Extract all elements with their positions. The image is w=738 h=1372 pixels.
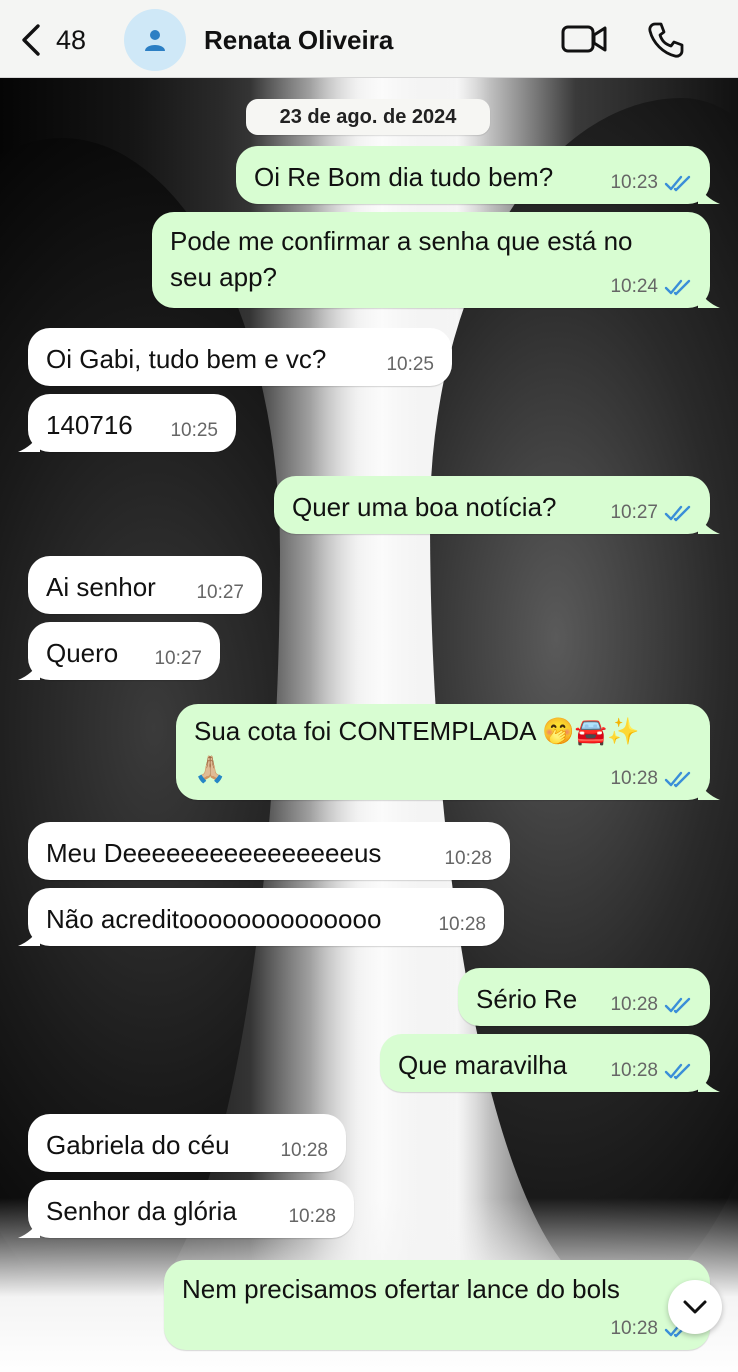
message-incoming[interactable]: 140716 10:25 bbox=[18, 394, 236, 452]
message-time: 10:27 bbox=[610, 502, 658, 523]
double-check-icon bbox=[664, 997, 691, 1014]
double-check-icon bbox=[664, 771, 691, 788]
message-meta: 10:25 bbox=[170, 420, 218, 442]
message-meta: 10:27 bbox=[154, 648, 202, 670]
message-text: Quer uma boa notícia? bbox=[292, 492, 557, 522]
message-outgoing[interactable]: Nem precisamos ofertar lance do bols 10:… bbox=[164, 1260, 710, 1350]
message-time: 10:28 bbox=[280, 1140, 328, 1161]
message-text: Nem precisamos ofertar lance do bols bbox=[182, 1274, 620, 1304]
bubble-tail bbox=[18, 1220, 40, 1238]
date-separator: 23 de ago. de 2024 bbox=[246, 99, 490, 135]
bubble-tail bbox=[18, 662, 40, 680]
message-text: Oi Re Bom dia tudo bem? bbox=[254, 162, 554, 192]
message-incoming[interactable]: Senhor da glória 10:28 bbox=[18, 1180, 354, 1238]
message-time: 10:24 bbox=[610, 276, 658, 297]
message-outgoing[interactable]: Sua cota foi CONTEMPLADA 🤭🚘✨ 🙏🏼 10:28 bbox=[176, 704, 720, 800]
video-camera-icon[interactable] bbox=[560, 22, 608, 56]
message-text: Que maravilha bbox=[398, 1050, 568, 1080]
message-outgoing[interactable]: Que maravilha 10:28 bbox=[380, 1034, 720, 1092]
message-time: 10:28 bbox=[444, 848, 492, 869]
message-meta: 10:28 bbox=[438, 914, 486, 936]
message-time: 10:28 bbox=[438, 914, 486, 935]
message-incoming[interactable]: Não acreditoooooooooooooo 10:28 bbox=[18, 888, 504, 946]
message-incoming[interactable]: Ai senhor 10:27 bbox=[28, 556, 262, 614]
message-text: 140716 bbox=[46, 410, 133, 440]
message-text: Meu Deeeeeeeeeeeeeeeeus bbox=[46, 838, 382, 868]
message-time: 10:27 bbox=[154, 648, 202, 669]
message-time: 10:25 bbox=[386, 354, 434, 375]
bubble-tail bbox=[698, 290, 720, 308]
contact-name[interactable]: Renata Oliveira bbox=[204, 25, 393, 56]
message-incoming[interactable]: Quero 10:27 bbox=[18, 622, 220, 680]
bubble-tail bbox=[698, 782, 720, 800]
message-text-line-1: Pode me confirmar a senha que está no bbox=[170, 226, 633, 256]
message-outgoing[interactable]: Pode me confirmar a senha que está no se… bbox=[152, 212, 720, 308]
phone-icon[interactable] bbox=[646, 20, 686, 60]
chevron-left-icon bbox=[22, 24, 40, 56]
message-meta: 10:28 bbox=[280, 1140, 328, 1162]
double-check-icon bbox=[664, 175, 691, 192]
message-time: 10:27 bbox=[196, 582, 244, 603]
message-meta: 10:23 bbox=[610, 172, 692, 194]
double-check-icon bbox=[664, 505, 691, 522]
message-time: 10:25 bbox=[170, 420, 218, 441]
message-text: Quero bbox=[46, 638, 119, 668]
message-text-line-2: 🙏🏼 bbox=[194, 754, 227, 784]
bubble-tail bbox=[698, 186, 720, 204]
message-time: 10:23 bbox=[610, 172, 658, 193]
bubble-tail bbox=[18, 928, 40, 946]
message-text: Oi Gabi, tudo bem e vc? bbox=[46, 344, 327, 374]
back-button[interactable]: 48 bbox=[18, 20, 86, 60]
message-time: 10:28 bbox=[610, 768, 658, 789]
avatar[interactable] bbox=[124, 9, 186, 71]
message-text: Senhor da glória bbox=[46, 1196, 237, 1226]
message-meta: 10:24 bbox=[610, 276, 692, 298]
message-text-line-1: Sua cota foi CONTEMPLADA 🤭🚘✨ bbox=[194, 716, 640, 746]
message-meta: 10:28 bbox=[288, 1206, 336, 1228]
message-incoming[interactable]: Oi Gabi, tudo bem e vc? 10:25 bbox=[28, 328, 452, 386]
message-time: 10:28 bbox=[610, 1060, 658, 1081]
message-outgoing[interactable]: Sério Re 10:28 bbox=[458, 968, 710, 1026]
message-meta: 10:28 bbox=[610, 768, 692, 790]
message-time: 10:28 bbox=[610, 1318, 658, 1339]
message-incoming[interactable]: Gabriela do céu 10:28 bbox=[28, 1114, 346, 1172]
message-meta: 10:27 bbox=[610, 502, 692, 524]
message-time: 10:28 bbox=[288, 1206, 336, 1227]
bubble-tail bbox=[698, 1074, 720, 1092]
message-incoming[interactable]: Meu Deeeeeeeeeeeeeeeeus 10:28 bbox=[28, 822, 510, 880]
message-meta: 10:28 bbox=[610, 1060, 692, 1082]
message-outgoing[interactable]: Quer uma boa notícia? 10:27 bbox=[274, 476, 720, 534]
message-text: Não acreditoooooooooooooo bbox=[46, 904, 382, 934]
message-text: Ai senhor bbox=[46, 572, 156, 602]
double-check-icon bbox=[664, 279, 691, 296]
message-text-line-2: seu app? bbox=[170, 262, 277, 292]
message-text: Sério Re bbox=[476, 984, 578, 1014]
chat-header: 48 Renata Oliveira bbox=[0, 0, 738, 78]
message-outgoing[interactable]: Oi Re Bom dia tudo bem? 10:23 bbox=[236, 146, 720, 204]
message-text: Gabriela do céu bbox=[46, 1130, 230, 1160]
bubble-tail bbox=[18, 434, 40, 452]
double-check-icon bbox=[664, 1063, 691, 1080]
message-meta: 10:28 bbox=[610, 994, 692, 1016]
scroll-to-bottom-button[interactable] bbox=[668, 1280, 722, 1334]
unread-count: 48 bbox=[56, 24, 87, 55]
bubble-tail bbox=[698, 516, 720, 534]
message-time: 10:28 bbox=[610, 994, 658, 1015]
message-meta: 10:27 bbox=[196, 582, 244, 604]
chevron-down-icon bbox=[683, 1300, 707, 1314]
person-icon bbox=[145, 30, 165, 51]
message-meta: 10:28 bbox=[444, 848, 492, 870]
message-meta: 10:25 bbox=[386, 354, 434, 376]
